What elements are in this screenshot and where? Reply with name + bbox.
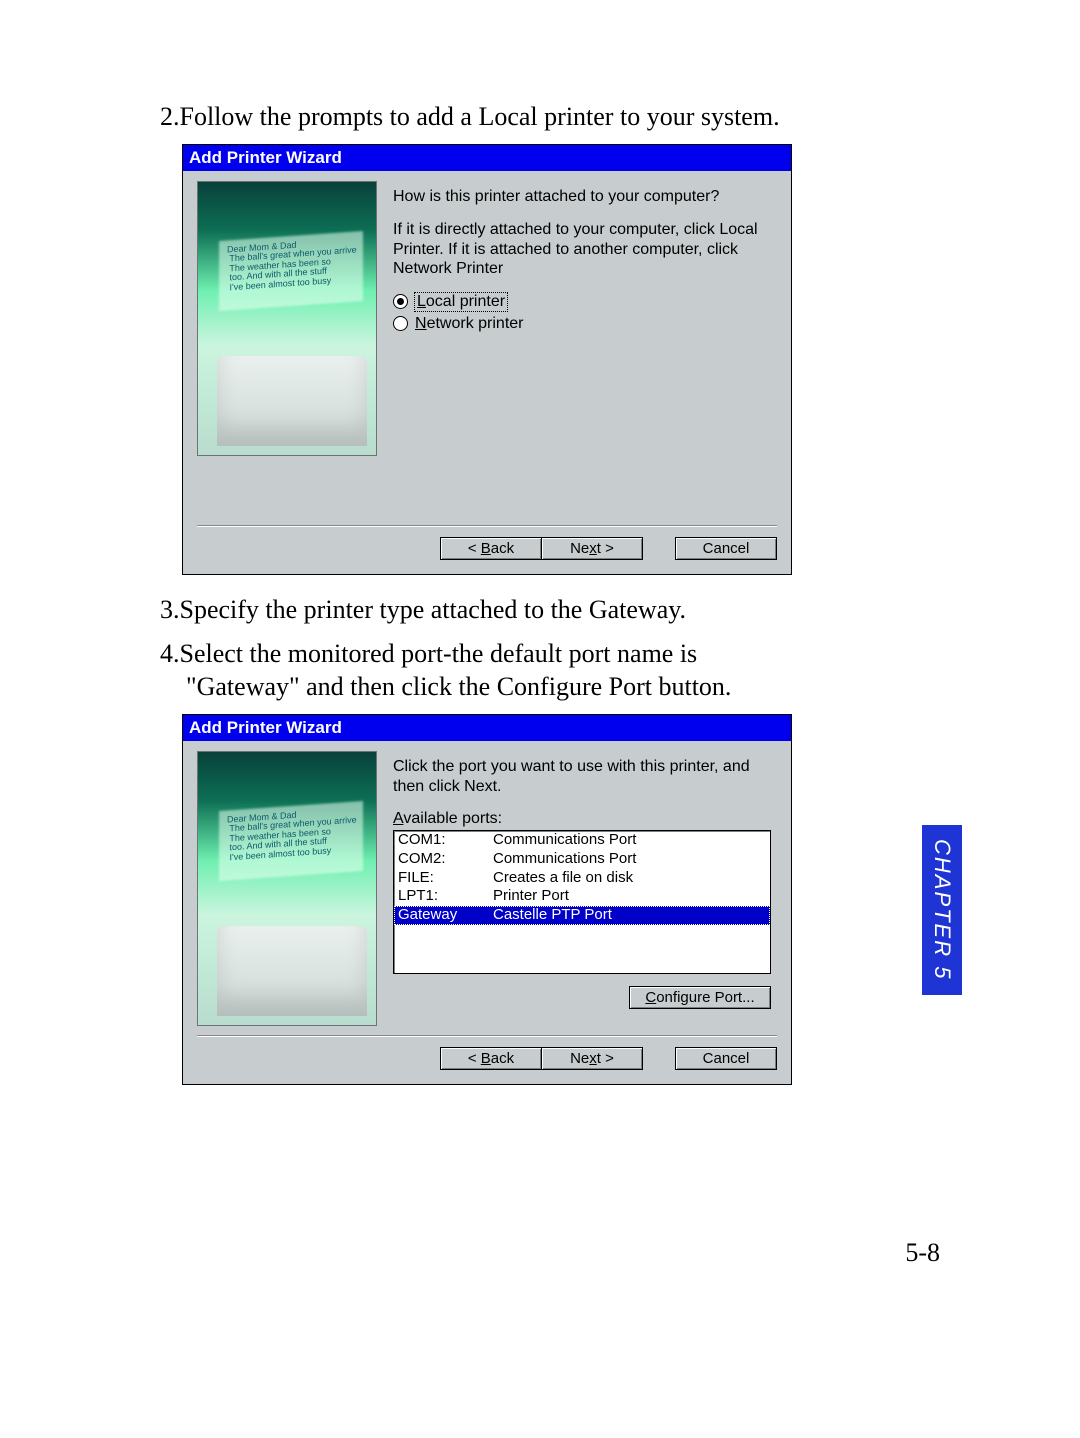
next-button[interactable]: Next > — [541, 537, 643, 560]
wizard2-artwork-note: Dear Mom & Dad The ball's great when you… — [227, 807, 357, 863]
port-row-lpt1[interactable]: LPT1:Printer Port — [394, 887, 770, 906]
available-ports-listbox[interactable]: COM1:Communications Port COM2:Communicat… — [393, 830, 771, 974]
wizard1-titlebar: Add Printer Wizard — [183, 145, 791, 171]
back-button[interactable]: < Back — [440, 1047, 542, 1070]
add-printer-wizard-2: Add Printer Wizard Dear Mom & Dad The ba… — [182, 714, 792, 1085]
port-row-com2[interactable]: COM2:Communications Port — [394, 850, 770, 869]
port-row-com1[interactable]: COM1:Communications Port — [394, 831, 770, 850]
wizard2-artwork: Dear Mom & Dad The ball's great when you… — [197, 751, 377, 1026]
available-ports-label: Available ports: — [393, 810, 771, 828]
next-button[interactable]: Next > — [541, 1047, 643, 1070]
radio-dot-selected-icon — [393, 294, 408, 309]
step-4-line2: "Gateway" and then click the Configure P… — [160, 670, 940, 704]
cancel-button[interactable]: Cancel — [675, 537, 777, 560]
configure-port-button[interactable]: Configure Port... — [629, 986, 771, 1009]
cancel-button[interactable]: Cancel — [675, 1047, 777, 1070]
page-number: 5-8 — [905, 1238, 940, 1268]
wizard1-artwork-note: Dear Mom & Dad The ball's great when you… — [227, 236, 357, 292]
wizard1-question: How is this printer attached to your com… — [393, 187, 771, 207]
port-row-gateway[interactable]: GatewayCastelle PTP Port — [394, 906, 770, 925]
radio-dot-icon — [393, 316, 408, 331]
document-page: 2.Follow the prompts to add a Local prin… — [0, 0, 1080, 1438]
chapter-side-tab: CHAPTER 5 — [922, 825, 962, 995]
add-printer-wizard-1: Add Printer Wizard Dear Mom & Dad The ba… — [182, 144, 792, 575]
step-4-line1: 4.Select the monitored port-the default … — [160, 637, 940, 671]
wizard1-info: If it is directly attached to your compu… — [393, 220, 771, 279]
wizard1-artwork: Dear Mom & Dad The ball's great when you… — [197, 181, 377, 456]
back-button[interactable]: < Back — [440, 537, 542, 560]
wizard2-info: Click the port you want to use with this… — [393, 757, 771, 796]
port-row-file[interactable]: FILE:Creates a file on disk — [394, 869, 770, 888]
step-3: 3.Specify the printer type attached to t… — [160, 593, 940, 627]
radio-network-label: Network printer — [415, 315, 523, 333]
radio-local-printer[interactable]: Local printer — [393, 293, 771, 311]
radio-network-printer[interactable]: Network printer — [393, 315, 771, 333]
radio-local-label: Local printer — [415, 293, 507, 311]
wizard2-titlebar: Add Printer Wizard — [183, 715, 791, 741]
step-2: 2.Follow the prompts to add a Local prin… — [160, 100, 940, 134]
